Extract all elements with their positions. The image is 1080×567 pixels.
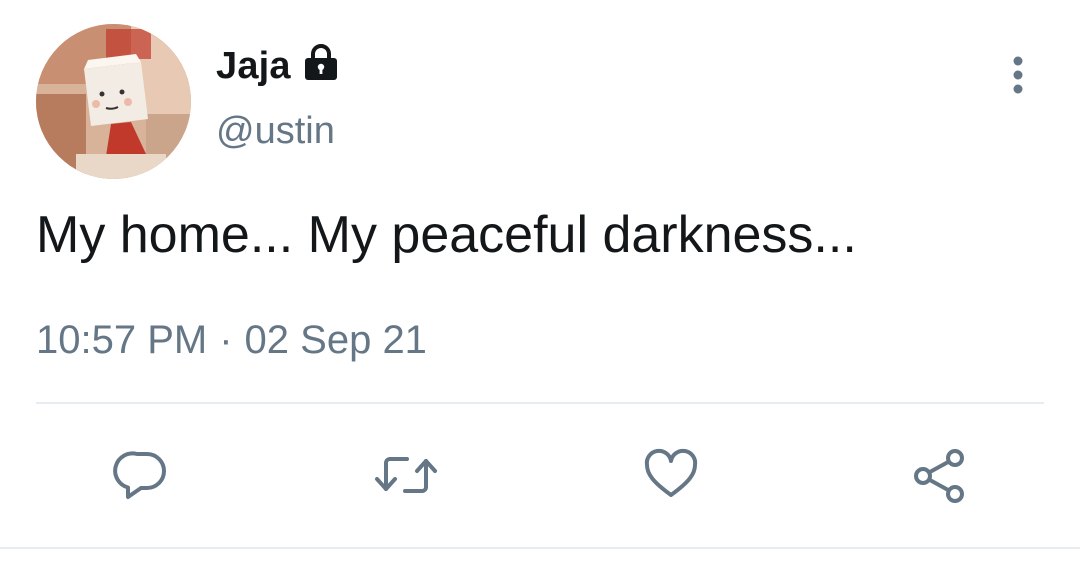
share-button[interactable]: [904, 440, 974, 510]
bottom-divider: [0, 547, 1080, 549]
tweet-date[interactable]: 02 Sep 21: [245, 318, 427, 362]
divider: [36, 402, 1044, 404]
more-vertical-icon[interactable]: [996, 50, 1040, 100]
tweet-text: My home... My peaceful darkness...: [36, 206, 857, 264]
retweet-icon: [375, 457, 437, 493]
user-handle[interactable]: @ustin: [216, 110, 335, 153]
share-icon: [914, 449, 964, 503]
tweet-card: Jaja @ustin My home... My peaceful darkn…: [0, 0, 1080, 567]
reply-button[interactable]: [106, 440, 176, 510]
tweet-meta: 10:57 PM · 02 Sep 21: [36, 318, 427, 363]
avatar[interactable]: [36, 24, 191, 179]
meta-separator: ·: [219, 318, 233, 362]
like-button[interactable]: [636, 440, 706, 510]
retweet-button[interactable]: [371, 440, 441, 510]
avatar-image: [36, 24, 191, 179]
name-row: Jaja: [216, 42, 341, 90]
heart-icon: [644, 448, 698, 497]
action-bar: [0, 440, 1080, 510]
reply-icon: [113, 451, 166, 499]
tweet-time[interactable]: 10:57 PM: [36, 318, 207, 362]
lock-icon: [301, 43, 341, 83]
display-name[interactable]: Jaja: [216, 45, 291, 88]
